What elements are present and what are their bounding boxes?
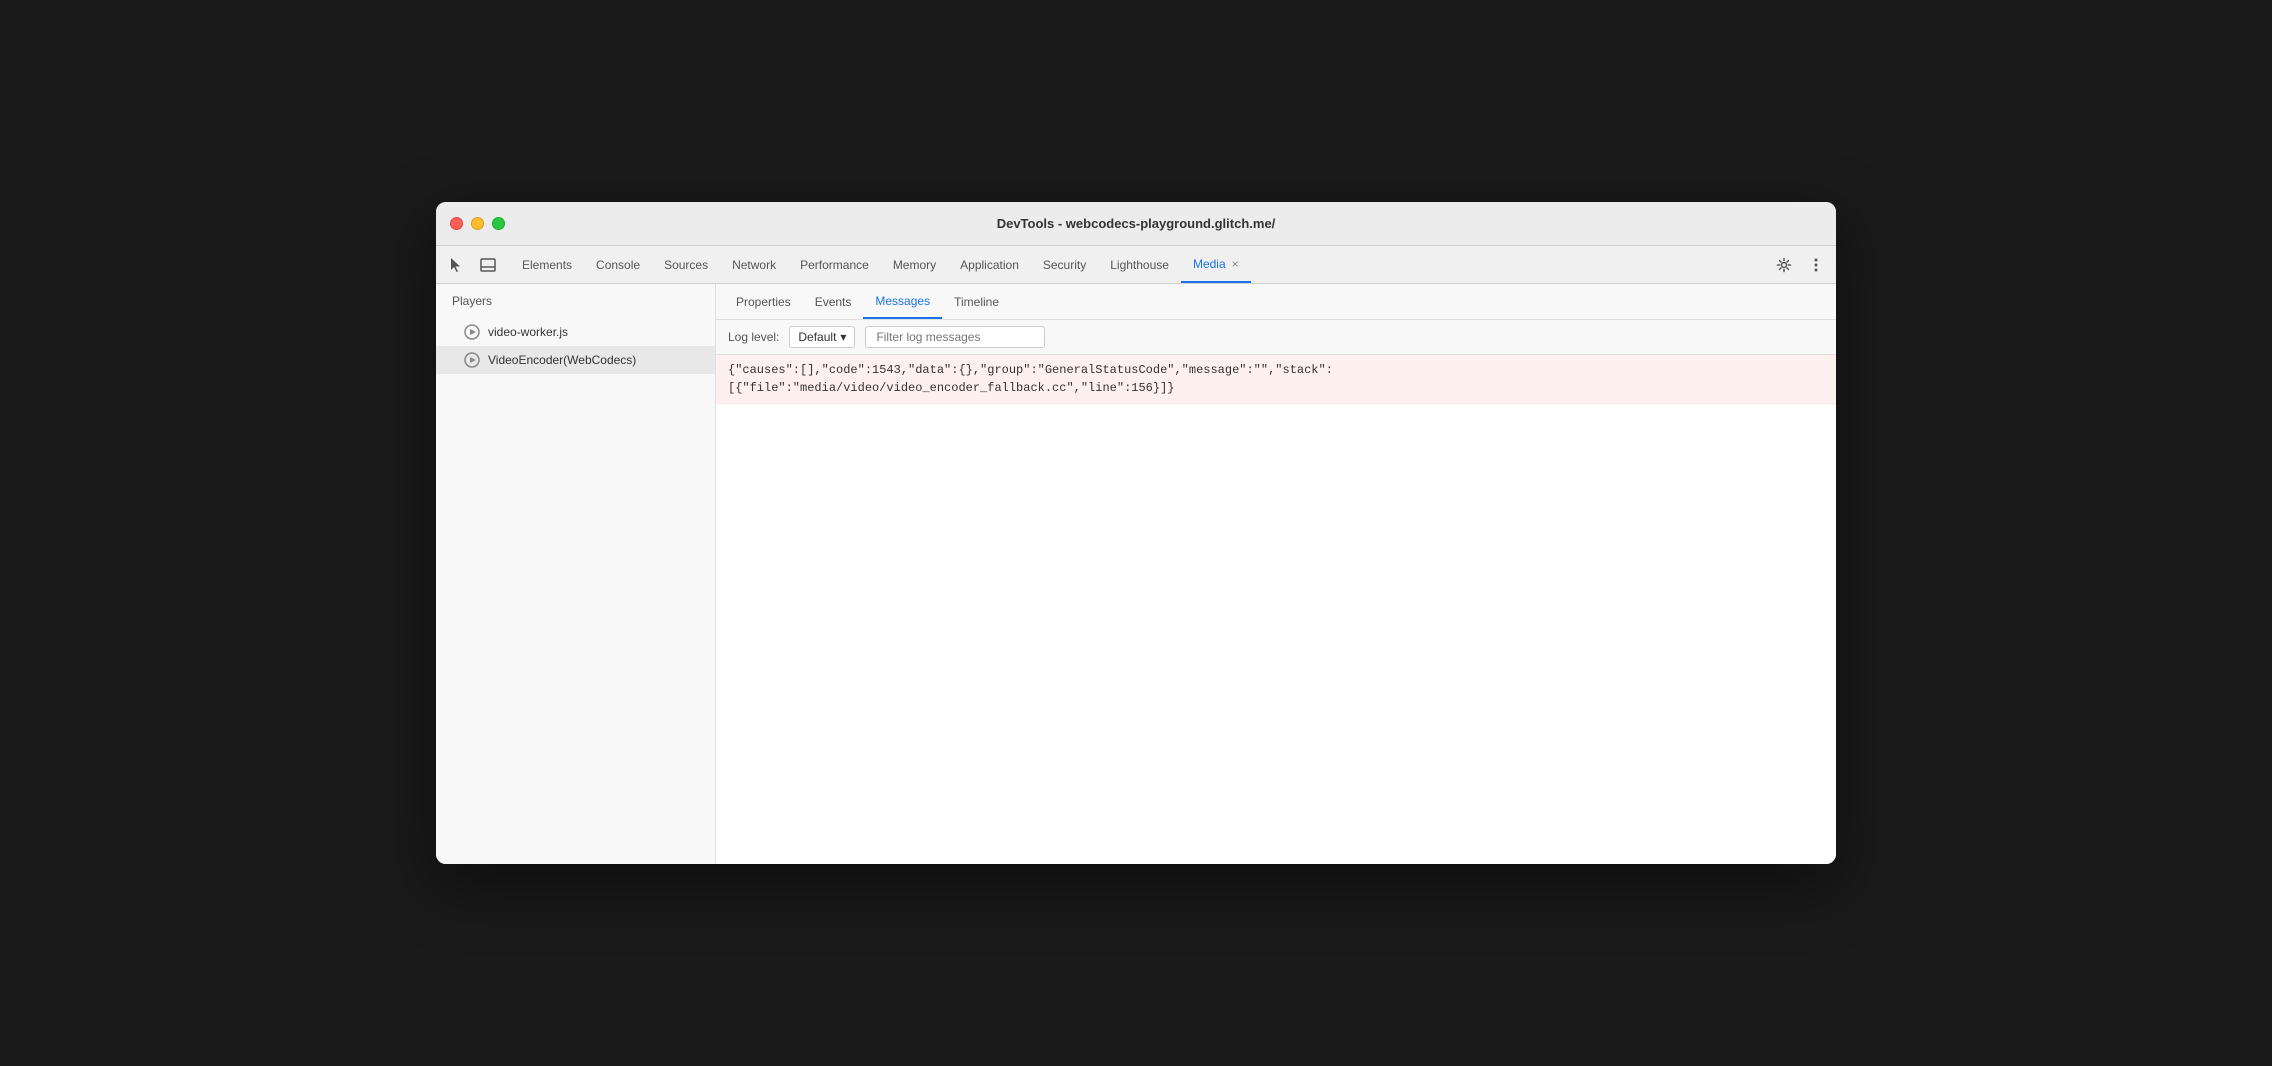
play-circle-icon — [464, 324, 480, 340]
log-level-label: Log level: — [728, 330, 779, 344]
messages-area: {"causes":[],"code":1543,"data":{},"grou… — [716, 355, 1836, 864]
player-item-video-encoder[interactable]: VideoEncoder(WebCodecs) — [436, 346, 715, 374]
tab-elements[interactable]: Elements — [510, 246, 584, 283]
close-media-tab-icon[interactable]: × — [1232, 257, 1239, 271]
maximize-button[interactable] — [492, 217, 505, 230]
settings-icon — [1776, 257, 1792, 273]
devtools-tabs-list: Elements Console Sources Network Perform… — [510, 246, 1770, 283]
title-bar: DevTools - webcodecs-playground.glitch.m… — [436, 202, 1836, 246]
tab-application[interactable]: Application — [948, 246, 1031, 283]
filter-input[interactable] — [865, 326, 1045, 348]
player-item-video-worker[interactable]: video-worker.js — [436, 318, 715, 346]
log-bar: Log level: Default ▾ — [716, 320, 1836, 355]
sidebar: Players video-worker.js VideoEncoder(Web… — [436, 284, 716, 864]
devtools-tab-bar: Elements Console Sources Network Perform… — [436, 246, 1836, 284]
tab-performance[interactable]: Performance — [788, 246, 881, 283]
sub-tab-messages[interactable]: Messages — [863, 284, 942, 319]
minimize-button[interactable] — [471, 217, 484, 230]
sub-tab-timeline[interactable]: Timeline — [942, 284, 1011, 319]
settings-button[interactable] — [1770, 251, 1798, 279]
more-icon — [1814, 257, 1818, 273]
tab-console[interactable]: Console — [584, 246, 652, 283]
tab-sources[interactable]: Sources — [652, 246, 720, 283]
log-level-dropdown[interactable]: Default ▾ — [789, 326, 855, 348]
sub-tabs-bar: Properties Events Messages Timeline — [716, 284, 1836, 320]
sub-tab-properties[interactable]: Properties — [724, 284, 803, 319]
play-circle-filled-icon — [464, 352, 480, 368]
main-content: Players video-worker.js VideoEncoder(Web… — [436, 284, 1836, 864]
right-panel: Properties Events Messages Timeline Log … — [716, 284, 1836, 864]
devtools-window: DevTools - webcodecs-playground.glitch.m… — [436, 202, 1836, 864]
cursor-icon — [448, 257, 464, 273]
sub-tab-events[interactable]: Events — [803, 284, 864, 319]
sidebar-header: Players — [436, 284, 715, 318]
cursor-tool-button[interactable] — [442, 251, 470, 279]
tab-lighthouse[interactable]: Lighthouse — [1098, 246, 1181, 283]
dropdown-arrow-icon: ▾ — [840, 330, 846, 344]
drawer-icon — [480, 257, 496, 273]
tab-network[interactable]: Network — [720, 246, 788, 283]
tab-media[interactable]: Media × — [1181, 246, 1251, 283]
drawer-toggle-button[interactable] — [474, 251, 502, 279]
tab-tool-icons — [442, 251, 502, 279]
message-row: {"causes":[],"code":1543,"data":{},"grou… — [716, 355, 1836, 404]
tab-security[interactable]: Security — [1031, 246, 1098, 283]
traffic-lights — [450, 217, 505, 230]
close-button[interactable] — [450, 217, 463, 230]
devtools-toolbar-right — [1770, 251, 1830, 279]
tab-memory[interactable]: Memory — [881, 246, 948, 283]
window-title: DevTools - webcodecs-playground.glitch.m… — [997, 216, 1276, 231]
more-button[interactable] — [1802, 251, 1830, 279]
